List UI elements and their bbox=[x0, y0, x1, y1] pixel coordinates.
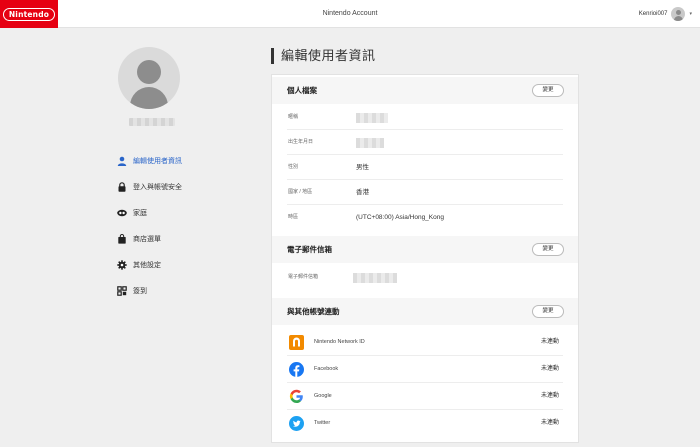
field-label: 暱稱 bbox=[288, 114, 299, 120]
lock-icon bbox=[117, 182, 127, 192]
family-icon bbox=[117, 208, 127, 218]
page-title: 編輯使用者資訊 bbox=[271, 48, 376, 64]
linked-accounts-section-title: 與其他帳號連動 bbox=[287, 307, 340, 316]
link-status: 未連動 bbox=[540, 366, 559, 372]
sidebar-item-label: 編輯使用者資訊 bbox=[133, 158, 182, 165]
sidebar-item-family[interactable]: 家庭 bbox=[117, 200, 257, 226]
service-name: Google bbox=[314, 393, 332, 399]
field-value: (UTC+08:00) Asia/Hong_Kong bbox=[356, 214, 444, 221]
email-section-header: 電子郵件信箱 變更 bbox=[272, 236, 578, 263]
sidebar-item-edit-user-info[interactable]: 編輯使用者資訊 bbox=[117, 148, 257, 174]
user-avatar-icon bbox=[671, 7, 686, 21]
service-name: Nintendo Network ID bbox=[314, 339, 365, 345]
sidebar-nav: 編輯使用者資訊 登入與帳號安全 家庭 商店選單 其他設定 簽到 bbox=[117, 148, 257, 304]
link-status: 未連動 bbox=[540, 339, 559, 345]
service-name: Facebook bbox=[314, 366, 339, 372]
field-label: 電子郵件信箱 bbox=[288, 274, 319, 280]
field-label: 國家 / 地區 bbox=[288, 189, 313, 195]
linked-service-row: Google 未連動 bbox=[287, 383, 563, 410]
header-title: Nintendo Account bbox=[322, 10, 378, 17]
linked-service-row: Nintendo Network ID 未連動 bbox=[287, 329, 563, 356]
profile-row-gender: 性別 男性 bbox=[287, 155, 563, 180]
profile-section-header: 個人檔案 變更 bbox=[272, 77, 578, 104]
field-label: 出生年月日 bbox=[288, 139, 314, 145]
user-info-card: 個人檔案 變更 暱稱 出生年月日 性別 男性 國家 / 地區 香港 時區 (UT… bbox=[271, 74, 579, 443]
edit-email-button[interactable]: 變更 bbox=[532, 243, 564, 256]
sidebar-item-label: 商店選單 bbox=[133, 236, 161, 243]
sidebar-item-label: 家庭 bbox=[133, 210, 147, 217]
shopping-bag-icon bbox=[117, 234, 127, 244]
link-status: 未連動 bbox=[540, 420, 559, 426]
sidebar-item-login-security[interactable]: 登入與帳號安全 bbox=[117, 174, 257, 200]
header-username: Kenrioi007 bbox=[638, 11, 668, 17]
field-value: 香港 bbox=[356, 189, 369, 196]
facebook-icon bbox=[289, 362, 304, 377]
email-row: 電子郵件信箱 bbox=[287, 265, 563, 290]
profile-row-country: 國家 / 地區 香港 bbox=[287, 180, 563, 205]
edit-linked-accounts-button[interactable]: 變更 bbox=[532, 305, 564, 318]
sidebar-item-check-in[interactable]: 簽到 bbox=[117, 278, 257, 304]
user-menu[interactable]: Kenrioi007 ▾ bbox=[639, 0, 692, 28]
profile-row-nickname: 暱稱 bbox=[287, 105, 563, 130]
field-label: 性別 bbox=[288, 164, 299, 170]
sidebar-item-other-settings[interactable]: 其他設定 bbox=[117, 252, 257, 278]
google-icon bbox=[289, 389, 304, 404]
profile-row-timezone: 時區 (UTC+08:00) Asia/Hong_Kong bbox=[287, 205, 563, 230]
gear-icon bbox=[117, 260, 127, 270]
nintendo-network-icon bbox=[289, 335, 304, 350]
field-label: 時區 bbox=[288, 214, 299, 220]
email-section-title: 電子郵件信箱 bbox=[287, 245, 332, 254]
linked-service-row: Facebook 未連動 bbox=[287, 356, 563, 383]
blurred-email-value bbox=[353, 273, 397, 283]
link-status: 未連動 bbox=[540, 393, 559, 399]
blurred-birthday-value bbox=[356, 138, 384, 148]
linked-service-row: Twitter 未連動 bbox=[287, 410, 563, 437]
service-name: Twitter bbox=[314, 420, 331, 426]
blurred-nickname-value bbox=[356, 113, 388, 123]
checkin-grid-icon bbox=[117, 286, 127, 296]
linked-accounts-section-header: 與其他帳號連動 變更 bbox=[272, 298, 578, 325]
sidebar-item-label: 其他設定 bbox=[133, 262, 161, 269]
profile-avatar bbox=[118, 47, 180, 109]
profile-row-birthday: 出生年月日 bbox=[287, 130, 563, 155]
edit-profile-button[interactable]: 變更 bbox=[532, 84, 564, 97]
sidebar-item-label: 登入與帳號安全 bbox=[133, 184, 182, 191]
blurred-nickname bbox=[129, 118, 175, 126]
chevron-down-icon: ▾ bbox=[689, 11, 692, 17]
sidebar-item-shop-menu[interactable]: 商店選單 bbox=[117, 226, 257, 252]
field-value: 男性 bbox=[356, 164, 369, 171]
profile-section-title: 個人檔案 bbox=[287, 86, 317, 95]
twitter-icon bbox=[289, 416, 304, 431]
person-icon bbox=[117, 156, 127, 166]
top-bar: Nintendo Nintendo Account Kenrioi007 ▾ bbox=[0, 0, 700, 28]
sidebar-item-label: 簽到 bbox=[133, 288, 147, 295]
